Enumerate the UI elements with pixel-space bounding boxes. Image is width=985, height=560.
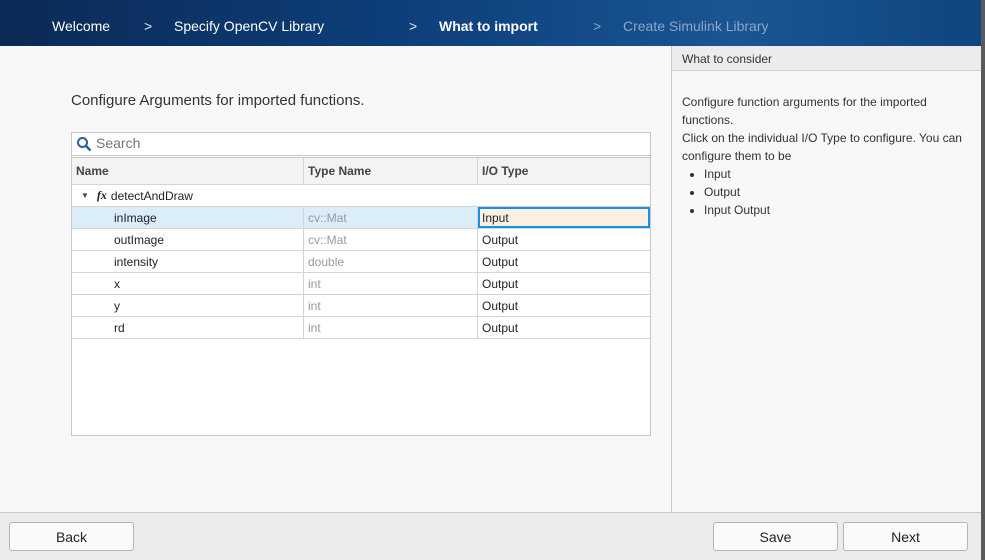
io-type-cell[interactable]: Output bbox=[478, 317, 650, 338]
function-name: detectAndDraw bbox=[110, 188, 193, 203]
arg-type: int bbox=[304, 273, 478, 294]
step-create-simulink-library: Create Simulink Library bbox=[623, 18, 769, 34]
function-icon: fx bbox=[96, 188, 107, 202]
table-header: Name Type Name I/O Type bbox=[72, 157, 650, 185]
arg-name: x bbox=[72, 273, 304, 294]
collapse-arrow-icon[interactable]: ▼ bbox=[81, 191, 89, 200]
arg-type: int bbox=[304, 295, 478, 316]
column-header-io-type[interactable]: I/O Type bbox=[478, 158, 650, 184]
save-button[interactable]: Save bbox=[713, 522, 838, 551]
footer: Back Save Next bbox=[0, 512, 981, 560]
table-row[interactable]: outImage cv::Mat Output bbox=[72, 229, 650, 251]
search-input[interactable] bbox=[96, 135, 636, 151]
arg-name: rd bbox=[72, 317, 304, 338]
step-what-to-import[interactable]: What to import bbox=[439, 18, 538, 34]
column-header-type-name[interactable]: Type Name bbox=[304, 158, 478, 184]
what-to-consider-panel: What to consider Configure function argu… bbox=[671, 46, 981, 512]
main-panel: Configure Arguments for imported functio… bbox=[0, 46, 671, 512]
table-row[interactable]: y int Output bbox=[72, 295, 650, 317]
column-header-name[interactable]: Name bbox=[72, 158, 304, 184]
arg-type: cv::Mat bbox=[304, 207, 478, 228]
help-text: Configure function arguments for the imp… bbox=[682, 95, 927, 127]
table-row[interactable]: inImage cv::Mat Input bbox=[72, 207, 650, 229]
step-specify-opencv-library[interactable]: Specify OpenCV Library bbox=[174, 18, 324, 34]
table-row[interactable]: rd int Output bbox=[72, 317, 650, 339]
arg-type: double bbox=[304, 251, 478, 272]
arg-type: int bbox=[304, 317, 478, 338]
arg-name: y bbox=[72, 295, 304, 316]
wizard-steps: Welcome > Specify OpenCV Library > What … bbox=[0, 0, 981, 46]
step-separator: > bbox=[593, 18, 602, 34]
arguments-table: Name Type Name I/O Type ▼ fx detectAndDr… bbox=[71, 132, 651, 436]
io-type-cell[interactable]: Output bbox=[478, 295, 650, 316]
option-item: Output bbox=[704, 183, 971, 201]
option-item: Input Output bbox=[704, 201, 971, 219]
search-bar bbox=[72, 133, 650, 156]
step-separator: > bbox=[144, 18, 153, 34]
arg-name: inImage bbox=[72, 207, 304, 228]
arg-type: cv::Mat bbox=[304, 229, 478, 250]
help-text: Click on the individual I/O Type to conf… bbox=[682, 131, 962, 163]
io-type-cell[interactable]: Output bbox=[478, 251, 650, 272]
io-type-cell[interactable]: Output bbox=[478, 273, 650, 294]
io-type-cell[interactable]: Output bbox=[478, 229, 650, 250]
step-separator: > bbox=[409, 18, 418, 34]
table-row[interactable]: intensity double Output bbox=[72, 251, 650, 273]
arg-name: outImage bbox=[72, 229, 304, 250]
arg-name: intensity bbox=[72, 251, 304, 272]
step-welcome[interactable]: Welcome bbox=[52, 18, 110, 34]
next-button[interactable]: Next bbox=[843, 522, 968, 551]
page-title: Configure Arguments for imported functio… bbox=[71, 92, 365, 109]
panel-title: What to consider bbox=[672, 46, 981, 71]
io-type-cell[interactable]: Input bbox=[478, 207, 650, 228]
table-row[interactable]: x int Output bbox=[72, 273, 650, 295]
back-button[interactable]: Back bbox=[9, 522, 134, 551]
option-item: Input bbox=[704, 165, 971, 183]
function-row[interactable]: ▼ fx detectAndDraw bbox=[72, 185, 650, 207]
window-edge bbox=[981, 0, 985, 560]
search-icon bbox=[77, 137, 92, 152]
